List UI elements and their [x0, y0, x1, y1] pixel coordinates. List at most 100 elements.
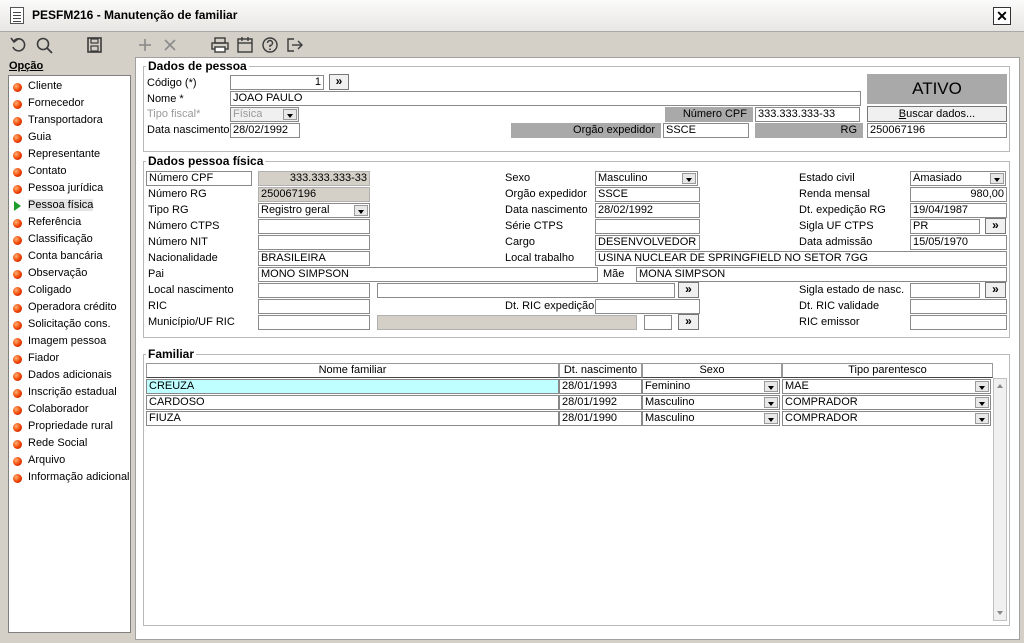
pf-orgao-field[interactable]: SSCE	[595, 187, 700, 202]
table-cell-sexo[interactable]: Masculino	[642, 395, 780, 410]
table-cell-sexo[interactable]: Masculino	[642, 411, 780, 426]
pf-dt-exp-rg-field[interactable]: 19/04/1987	[910, 203, 1007, 218]
pf-sexo-select[interactable]: Masculino	[595, 171, 698, 186]
table-cell-tipo[interactable]: COMPRADOR	[782, 395, 991, 410]
pf-municipio-code[interactable]	[258, 315, 370, 330]
close-button[interactable]: ✕	[993, 7, 1011, 25]
calendar-icon[interactable]	[235, 36, 255, 54]
bullet-icon	[13, 270, 22, 279]
undo-icon[interactable]	[9, 36, 29, 54]
sidebar-item-label: Fornecedor	[28, 97, 85, 109]
pf-nacionalidade-field[interactable]: BRASILEIRA	[258, 251, 370, 266]
bullet-icon	[13, 253, 22, 262]
uf-ctps-lookup-button[interactable]: »	[985, 218, 1006, 234]
table-cell-dt[interactable]: 28/01/1993	[559, 379, 642, 394]
pf-local-trabalho-field[interactable]: USINA NUCLEAR DE SPRINGFIELD NO SETOR 7G…	[595, 251, 1007, 266]
exit-icon[interactable]	[285, 36, 305, 54]
table-scrollbar[interactable]	[993, 378, 1007, 621]
pf-renda-field[interactable]: 980,00	[910, 187, 1007, 202]
chevron-down-icon	[975, 381, 989, 392]
current-arrow-icon	[14, 201, 21, 211]
bullet-icon	[13, 321, 22, 330]
chevron-down-icon	[283, 109, 297, 120]
sidebar-item-label: Rede Social	[28, 437, 88, 449]
pf-dt-ric-validade-field[interactable]	[910, 299, 1007, 314]
pf-data-nascimento-field[interactable]: 28/02/1992	[595, 203, 700, 218]
rg-field[interactable]: 250067196	[867, 123, 1007, 138]
table-cell-nome[interactable]: CARDOSO	[146, 395, 559, 410]
pf-tipo-rg-value: Registro geral	[261, 204, 330, 216]
delete-icon[interactable]	[160, 36, 180, 54]
table-cell-tipo[interactable]: MAE	[782, 379, 991, 394]
pf-dt-ric-exp-field[interactable]	[595, 299, 700, 314]
table-cell-nome[interactable]: CREUZA	[146, 379, 559, 394]
group-title: Familiar	[146, 347, 197, 361]
document-icon	[10, 7, 24, 24]
add-icon[interactable]	[135, 36, 155, 54]
column-header-sexo[interactable]: Sexo	[642, 363, 782, 378]
buscar-dados-button[interactable]: Buscar dados...	[867, 106, 1007, 122]
pf-ric-emissor-field[interactable]	[910, 315, 1007, 330]
save-icon[interactable]	[85, 36, 105, 54]
local-nascimento-lookup-button[interactable]: »	[678, 282, 699, 298]
help-icon[interactable]	[260, 36, 280, 54]
pf-serie-ctps-field[interactable]	[595, 219, 700, 234]
pf-ric-field[interactable]	[258, 299, 370, 314]
pf-tipo-rg-select[interactable]: Registro geral	[258, 203, 370, 218]
data-nascimento-field[interactable]: 28/02/1992	[230, 123, 300, 138]
pf-municipio-name	[377, 315, 637, 330]
pf-mae-field[interactable]: MONA SIMPSON	[636, 267, 1007, 282]
sigla-nasc-lookup-button[interactable]: »	[985, 282, 1006, 298]
bullet-icon	[13, 287, 22, 296]
table-cell-dt[interactable]: 28/01/1992	[559, 395, 642, 410]
pf-cargo-field[interactable]: DESENVOLVEDOR	[595, 235, 700, 250]
column-header-nome[interactable]: Nome familiar	[146, 363, 559, 378]
print-icon[interactable]	[210, 36, 230, 54]
pf-municipio-uf[interactable]	[644, 315, 672, 330]
cell-value: Feminino	[645, 380, 691, 392]
sidebar-item-label: Inscrição estadual	[28, 386, 117, 398]
municipio-lookup-button[interactable]: »	[678, 314, 699, 330]
codigo-field[interactable]: 1	[230, 75, 324, 90]
pf-uf-ctps-field[interactable]: PR	[910, 219, 980, 234]
column-header-dt-nascimento[interactable]: Dt. nascimento	[559, 363, 642, 378]
table-cell-dt[interactable]: 28/01/1990	[559, 411, 642, 426]
sidebar-item-label: Solicitação cons.	[28, 318, 111, 330]
pf-nit-field[interactable]	[258, 235, 370, 250]
buscar-label: uscar dados...	[906, 108, 976, 120]
pf-pai-field[interactable]: MONO SIMPSON	[258, 267, 598, 282]
status-badge: ATIVO	[867, 74, 1007, 104]
orgao-field[interactable]: SSCE	[663, 123, 749, 138]
scroll-down-icon[interactable]	[997, 611, 1003, 615]
bullet-icon	[13, 117, 22, 126]
pf-sigla-nasc-field[interactable]	[910, 283, 980, 298]
tipo-fiscal-value: Física	[233, 108, 263, 120]
pf-sexo-label: Sexo	[505, 172, 531, 184]
sidebar-item-label: Observação	[28, 267, 88, 279]
pf-estado-civil-select[interactable]: Amasiado	[910, 171, 1006, 186]
pf-dt-admissao-field[interactable]: 15/05/1970	[910, 235, 1007, 250]
group-title: Dados pessoa física	[146, 154, 266, 168]
pf-ctps-field[interactable]	[258, 219, 370, 234]
codigo-label: Código (*)	[147, 77, 197, 89]
table-cell-sexo[interactable]: Feminino	[642, 379, 780, 394]
cell-value: MAE	[785, 380, 809, 392]
table-cell-nome[interactable]: FIUZA	[146, 411, 559, 426]
cell-value: COMPRADOR	[785, 412, 858, 424]
pf-local-nascimento-name[interactable]	[377, 283, 675, 298]
tipo-fiscal-select[interactable]: Física	[230, 107, 299, 122]
pf-tipo-rg-label: Tipo RG	[148, 204, 189, 216]
scroll-up-icon[interactable]	[997, 384, 1003, 388]
cpf-field[interactable]: 333.333.333-33	[755, 107, 860, 122]
pf-local-trabalho-label: Local trabalho	[505, 252, 575, 264]
sidebar-item-label: Conta bancária	[28, 250, 103, 262]
search-icon[interactable]	[35, 36, 55, 54]
codigo-lookup-button[interactable]: »	[329, 74, 349, 90]
pf-local-nascimento-code[interactable]	[258, 283, 370, 298]
nome-field[interactable]: JOAO PAULO	[230, 91, 861, 106]
tipo-fiscal-label: Tipo fiscal*	[147, 108, 201, 120]
column-header-tipo-parentesco[interactable]: Tipo parentesco	[782, 363, 993, 378]
table-cell-tipo[interactable]: COMPRADOR	[782, 411, 991, 426]
sidebar-item-label: Guia	[28, 131, 52, 143]
sidebar-title: Opção	[9, 60, 44, 72]
